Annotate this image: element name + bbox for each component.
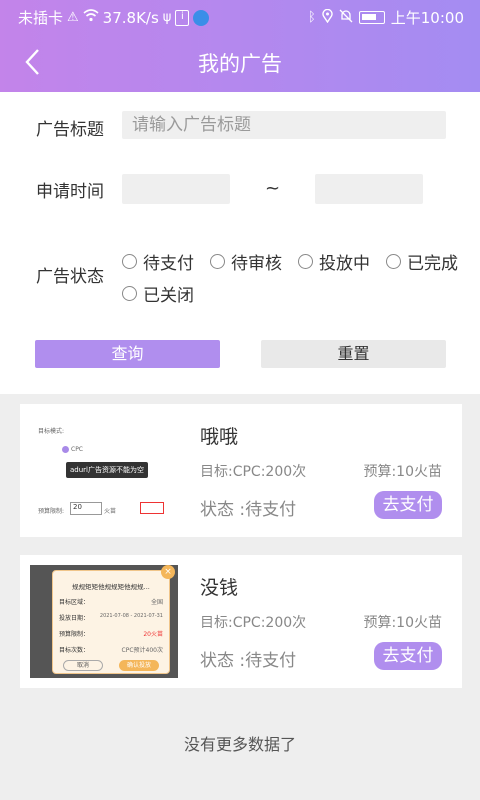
mute-icon	[339, 9, 353, 27]
ad-name: 没钱	[200, 577, 239, 599]
thumb-close-icon: ×	[161, 565, 175, 579]
thumb-red-box	[140, 502, 164, 514]
thumb-confirm: 确认投放	[119, 660, 159, 671]
status-left: 未插卡 ⚠ 37.8K/s ψ i	[18, 7, 210, 28]
thumb-budget-value: 20	[70, 502, 102, 515]
ad-card[interactable]: 目标模式: CPC adurl广告资源不能为空 预算限制: 20 火苗 哦哦 目…	[20, 404, 462, 537]
apply-time-label: 申请时间	[36, 182, 104, 202]
radio-label: 已关闭	[143, 286, 194, 306]
app-header: 未插卡 ⚠ 37.8K/s ψ i ᛒ 上午10:00 我的广告	[0, 0, 480, 92]
ad-target: 目标:CPC:200次	[200, 464, 307, 480]
thumb-count-label: 目标次数：	[59, 647, 90, 654]
wifi-icon	[83, 9, 99, 26]
date-separator: ~	[265, 178, 281, 199]
thumb-radio-dot	[62, 446, 69, 453]
page-title: 我的广告	[198, 52, 282, 76]
radio-circle[interactable]	[122, 254, 137, 269]
thumb-mode-label: 目标模式:	[38, 428, 65, 435]
pay-button[interactable]: 去支付	[374, 491, 442, 519]
status-bar: 未插卡 ⚠ 37.8K/s ψ i ᛒ 上午10:00	[0, 0, 480, 32]
thumb-date-label: 投放日期：	[59, 615, 90, 622]
bluetooth-icon: ᛒ	[307, 10, 316, 25]
end-date-input[interactable]	[315, 174, 423, 204]
radio-label: 已完成	[407, 254, 458, 274]
start-date-input[interactable]	[122, 174, 230, 204]
thumb-date-value: 2021-07-08 - 2021-07-31	[99, 613, 163, 619]
thumb-cpc-label: CPC	[71, 446, 83, 453]
ad-target: 目标:CPC:200次	[200, 615, 307, 631]
ad-title-label: 广告标题	[36, 120, 104, 140]
ad-status: 状态 :待支付	[200, 651, 297, 671]
ad-status-label: 广告状态	[36, 267, 104, 287]
status-radio-completed[interactable]: 已完成	[386, 249, 458, 274]
thumb-region-value: 全国	[150, 599, 163, 606]
thumb-budget-label: 预算限制：	[59, 631, 90, 638]
radio-circle[interactable]	[210, 254, 225, 269]
location-icon	[322, 8, 333, 27]
reset-button[interactable]: 重置	[261, 340, 446, 368]
radio-label: 待审核	[231, 254, 282, 274]
filter-form: 广告标题 申请时间 ~ 广告状态 待支付 待审核 投放中 已完成 已关闭 查询 …	[0, 92, 480, 394]
radio-label: 投放中	[319, 254, 370, 274]
status-radio-closed[interactable]: 已关闭	[122, 281, 194, 306]
radio-label: 待支付	[143, 254, 194, 274]
ad-budget: 预算:10火苗	[363, 464, 442, 480]
no-more-data-text: 没有更多数据了	[183, 735, 296, 754]
thumb-headline: 规规矩矩他规规矩他规规...	[72, 583, 150, 591]
ad-thumbnail: 规规矩矩他规规矩他规规... × 目标区域： 全国 投放日期： 2021-07-…	[30, 565, 178, 678]
nav-bar: 我的广告	[0, 32, 480, 92]
ad-name: 哦哦	[200, 426, 239, 448]
thumb-unit: 火苗	[104, 508, 117, 515]
thumb-region-label: 目标区域：	[59, 599, 90, 606]
sim-alert-icon: ⚠	[67, 10, 79, 25]
radio-circle[interactable]	[122, 286, 137, 301]
carrier-text: 未插卡	[18, 9, 64, 27]
ad-status: 状态 :待支付	[200, 500, 297, 520]
ad-card[interactable]: 规规矩矩他规规矩他规规... × 目标区域： 全国 投放日期： 2021-07-…	[20, 555, 462, 688]
battery-icon	[358, 11, 385, 24]
thumb-cancel: 取消	[63, 660, 103, 671]
status-radio-running[interactable]: 投放中	[298, 249, 370, 274]
network-speed: 37.8K/s	[102, 8, 159, 27]
query-button[interactable]: 查询	[35, 340, 220, 368]
thumb-count-value: CPC预计400次	[121, 647, 163, 654]
status-radio-pending-payment[interactable]: 待支付	[122, 249, 194, 274]
usb-icon: ψ	[162, 10, 172, 25]
info-icon: i	[175, 9, 190, 26]
radio-circle[interactable]	[298, 254, 313, 269]
thumb-tooltip: adurl广告资源不能为空	[66, 462, 148, 478]
app-notification-icon	[193, 9, 210, 26]
thumb-confirm-dialog: 规规矩矩他规规矩他规规... × 目标区域： 全国 投放日期： 2021-07-…	[52, 565, 175, 674]
clock: 上午10:00	[390, 9, 464, 27]
thumb-budget-label: 预算限制:	[38, 508, 65, 515]
status-right: ᛒ 上午10:00	[308, 7, 464, 28]
pay-button[interactable]: 去支付	[374, 642, 442, 670]
ad-budget: 预算:10火苗	[363, 615, 442, 631]
ad-thumbnail: 目标模式: CPC adurl广告资源不能为空 预算限制: 20 火苗	[30, 414, 178, 527]
radio-circle[interactable]	[386, 254, 401, 269]
status-radio-pending-review[interactable]: 待审核	[210, 249, 282, 274]
ad-title-input[interactable]	[122, 111, 446, 139]
thumb-budget-value: 20火苗	[143, 631, 163, 638]
